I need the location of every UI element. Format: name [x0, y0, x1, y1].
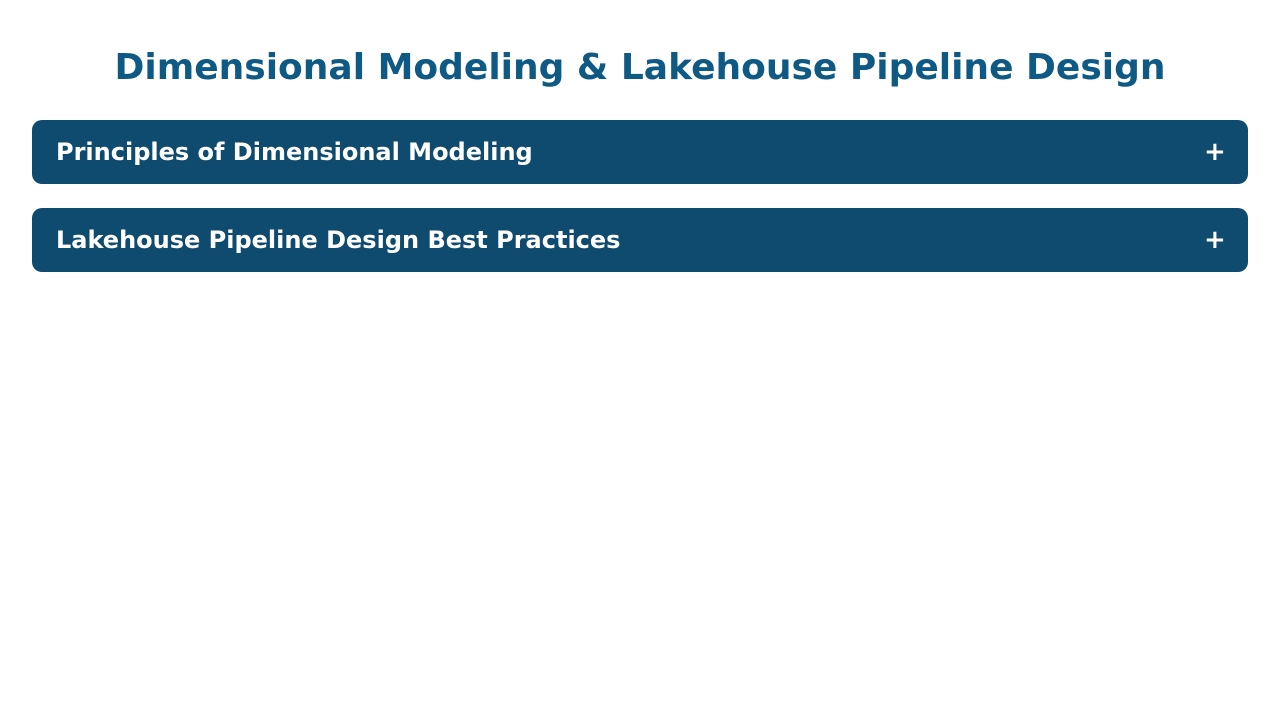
- accordion-label: Lakehouse Pipeline Design Best Practices: [56, 226, 621, 254]
- plus-icon[interactable]: +: [1204, 227, 1226, 253]
- accordion-item-lakehouse-pipeline: Lakehouse Pipeline Design Best Practices…: [32, 208, 1248, 272]
- accordion-item-dimensional-modeling: Principles of Dimensional Modeling +: [32, 120, 1248, 184]
- page-title: Dimensional Modeling & Lakehouse Pipelin…: [114, 47, 1166, 88]
- plus-icon[interactable]: +: [1204, 139, 1226, 165]
- accordion-label: Principles of Dimensional Modeling: [56, 138, 533, 166]
- accordion-header-dimensional-modeling[interactable]: Principles of Dimensional Modeling +: [32, 120, 1248, 184]
- accordion: Principles of Dimensional Modeling + Lak…: [32, 120, 1248, 272]
- accordion-header-lakehouse-pipeline[interactable]: Lakehouse Pipeline Design Best Practices…: [32, 208, 1248, 272]
- page: Dimensional Modeling & Lakehouse Pipelin…: [0, 0, 1280, 720]
